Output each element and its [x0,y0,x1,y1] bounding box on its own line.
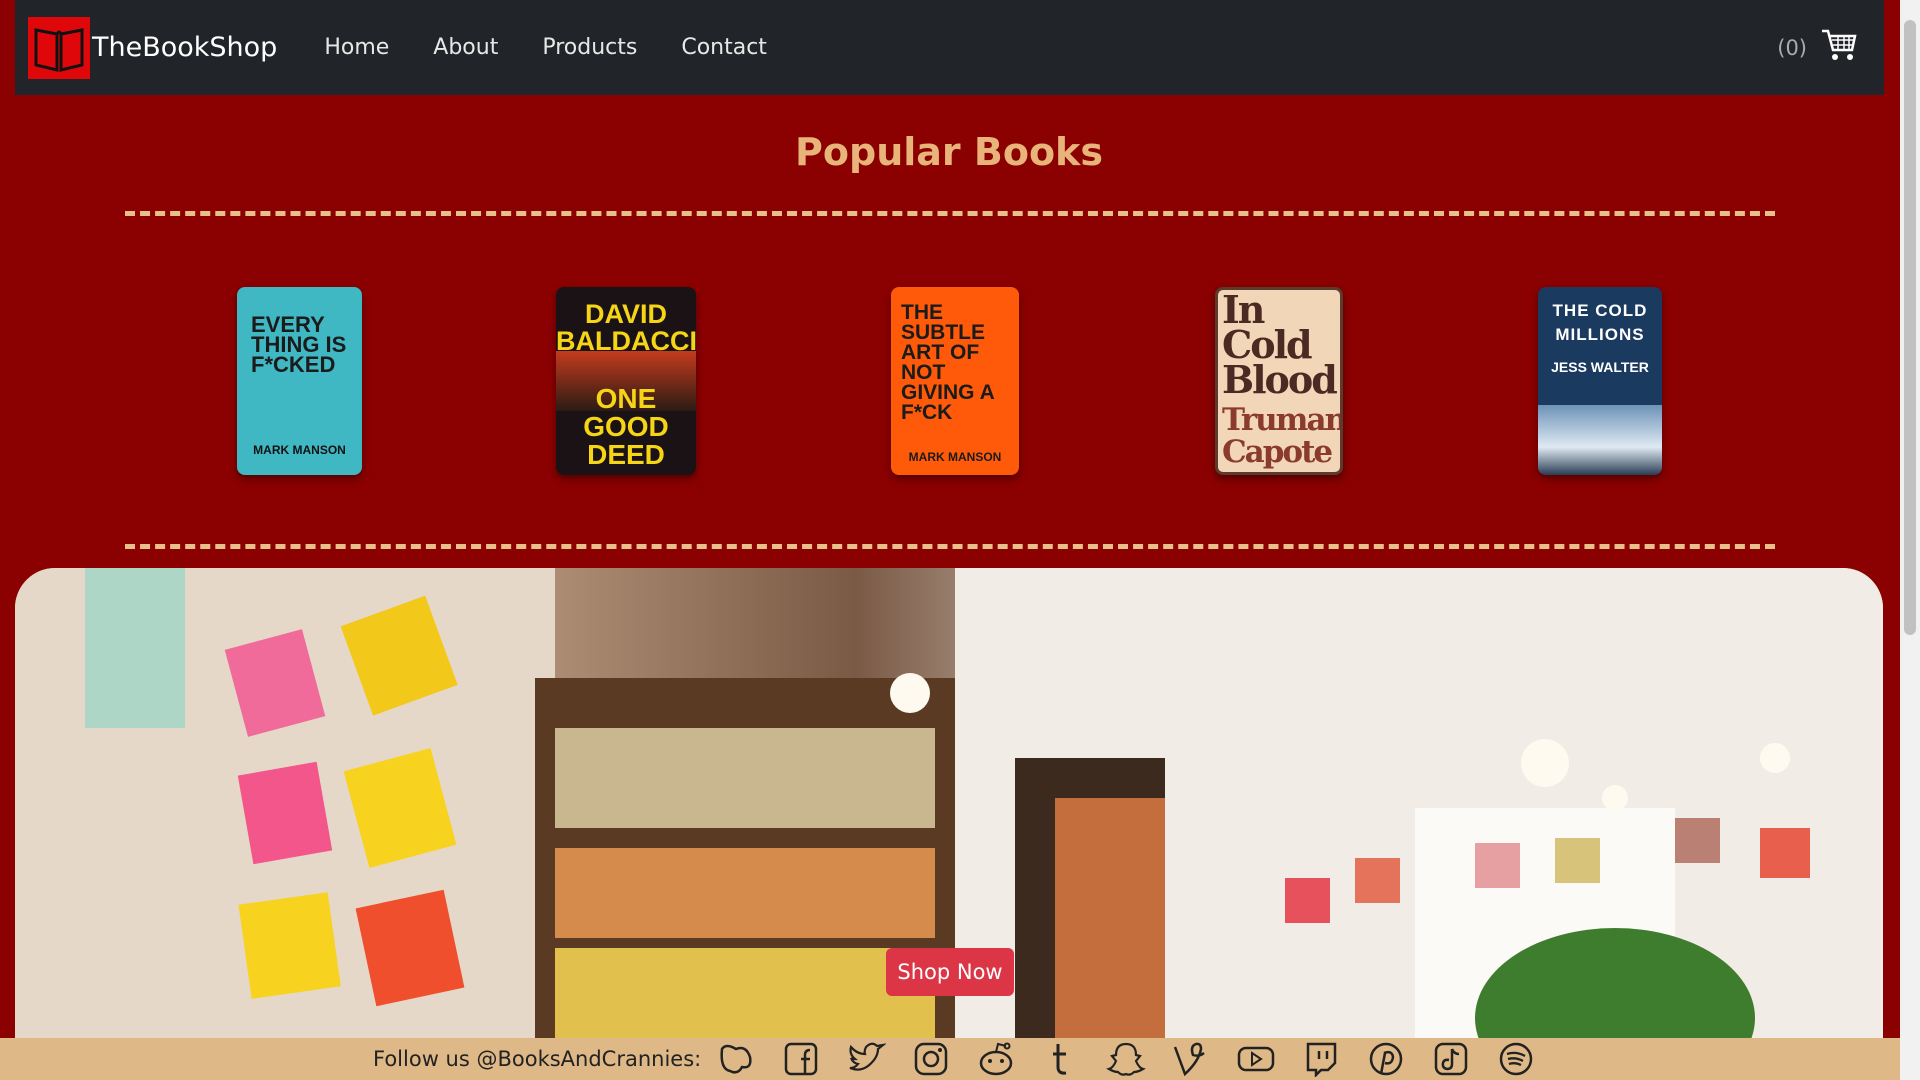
pinterest-icon[interactable] [1363,1040,1409,1078]
nav-links: Home About Products Contact [302,35,789,60]
nav-contact[interactable]: Contact [681,35,767,60]
book-author: DAVID BALDACCI [556,299,696,356]
facebook-icon[interactable] [778,1040,824,1078]
cart-button[interactable]: (0) [1777,28,1857,67]
book-title: ONE GOOD DEED [583,383,669,470]
brand-name: TheBookShop [92,32,278,63]
youtube-icon[interactable] [1233,1040,1279,1078]
book-author: MARK MANSON [253,443,346,457]
book-title: THE SUBTLE ART OF NOT GIVING A F*CK [901,301,994,424]
page-title: Popular Books [795,130,1103,174]
bookshelf [555,728,935,1038]
book-author: MARK MANSON [908,450,1002,464]
book-author: JESS WALTER [1551,359,1649,375]
book-cover-5[interactable]: THE COLD MILLIONS JESS WALTER [1538,287,1662,475]
divider [125,211,1775,216]
book-cover-3[interactable]: THE SUBTLE ART OF NOT GIVING A F*CK MARK… [891,287,1019,475]
footer: Follow us @BooksAndCrannies: [0,1038,1900,1080]
nav-home[interactable]: Home [324,35,389,60]
scrollbar[interactable] [1900,0,1920,1080]
scrollbar-thumb[interactable] [1904,20,1916,635]
book-title: EVERY THING IS F*CKED [251,312,347,377]
meetup-icon[interactable] [713,1040,759,1078]
twitch-icon[interactable] [1298,1040,1344,1078]
book-title: In Cold Blood [1222,287,1338,402]
follow-text: Follow us @BooksAndCrannies: [373,1047,702,1071]
book-cover-2[interactable]: DAVID BALDACCI ONE GOOD DEED [556,287,696,475]
brand-link[interactable]: TheBookShop [28,16,278,79]
book-cover-1[interactable]: EVERY THING IS F*CKED MARK MANSON [237,287,362,475]
spotify-icon[interactable] [1493,1040,1539,1078]
shopping-cart-icon [1821,28,1857,67]
vine-icon[interactable] [1168,1040,1214,1078]
twitter-icon[interactable] [843,1040,889,1078]
book-cover-4[interactable]: In Cold Blood Truman Capote [1215,287,1343,475]
book-title: THE COLD MILLIONS [1552,301,1648,344]
shop-now-button[interactable]: Shop Now [886,948,1014,996]
reddit-icon[interactable] [973,1040,1019,1078]
nav-about[interactable]: About [433,35,498,60]
cart-count: (0) [1777,35,1807,60]
nav-products[interactable]: Products [542,35,637,60]
navbar: TheBookShop Home About Products Contact … [15,0,1884,95]
book-author: Truman Capote [1222,402,1343,470]
snapchat-icon[interactable] [1103,1040,1149,1078]
divider [125,544,1775,549]
instagram-icon[interactable] [908,1040,954,1078]
tiktok-icon[interactable] [1428,1040,1474,1078]
cover-art [1538,405,1662,475]
open-book-icon [28,16,90,79]
tumblr-icon[interactable] [1038,1040,1084,1078]
